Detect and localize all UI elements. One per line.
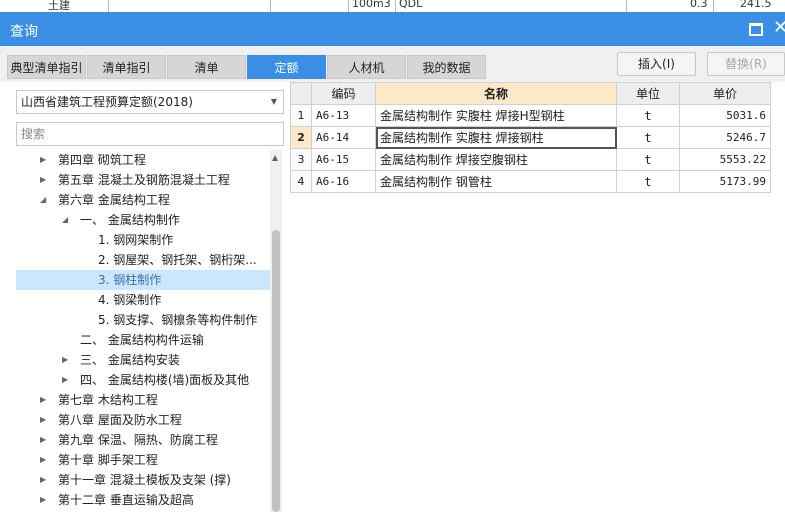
left-panel: 山西省建筑工程预算定额(2018) ▼ 搜索 ▶ 第四章 砌筑工程 ▶ 第五章 … (0, 82, 290, 512)
tab-my-data[interactable]: 我的数据 (407, 55, 486, 79)
bg-cell-type: QDL (399, 0, 423, 10)
scroll-up-icon[interactable]: ▲ (272, 153, 278, 162)
tree-item[interactable]: ▶ 四、 金属结构楼(墙)面板及其他 (16, 370, 270, 390)
collapse-arrow-icon[interactable]: ◢ (40, 190, 46, 210)
cell-code[interactable]: A6-13 (311, 104, 376, 127)
row-index: 2 (290, 126, 312, 149)
tree-item[interactable]: ▶ 第五章 混凝土及钢筋混凝土工程 (16, 170, 270, 190)
column-header-unit[interactable]: 单位 (616, 82, 680, 105)
dialog-titlebar: 查询 ✕ (0, 12, 785, 46)
row-index-header (290, 82, 312, 105)
maximize-icon[interactable] (749, 23, 763, 36)
quota-table: 编码 名称 单位 单价 1 A6-13 金属结构制作 实腹柱 焊接H型钢柱 t … (290, 82, 771, 193)
cell-name[interactable]: 金属结构制作 实腹柱 焊接钢柱 (375, 126, 617, 149)
table-row-selected[interactable]: 2 A6-14 金属结构制作 实腹柱 焊接钢柱 t 5246.7 (290, 126, 771, 149)
tree-item[interactable]: ▶ 第七章 木结构工程 (16, 390, 270, 410)
dialog-title: 查询 (10, 24, 38, 40)
column-header-price[interactable]: 单价 (679, 82, 771, 105)
tree-item[interactable]: ▶ 第十一章 混凝土模板及支架 (撑) (16, 470, 270, 490)
table-row[interactable]: 3 A6-15 金属结构制作 焊接空腹钢柱 t 5553.22 (290, 148, 771, 171)
search-input[interactable]: 搜索 (16, 122, 284, 146)
expand-arrow-icon[interactable]: ▶ (40, 430, 46, 450)
scrollbar-thumb[interactable] (272, 230, 280, 512)
row-index: 4 (290, 170, 312, 193)
column-header-code[interactable]: 编码 (311, 82, 376, 105)
tree-item[interactable]: ▶ 第十二章 垂直运输及超高 (16, 490, 270, 510)
table-row[interactable]: 1 A6-13 金属结构制作 实腹柱 焊接H型钢柱 t 5031.6 (290, 104, 771, 127)
tree-item[interactable]: 4. 钢梁制作 (16, 290, 270, 310)
expand-arrow-icon[interactable]: ▶ (40, 490, 46, 510)
expand-arrow-icon[interactable]: ▶ (40, 410, 46, 430)
tab-bill-guide[interactable]: 清单指引 (87, 55, 166, 79)
cell-name[interactable]: 金属结构制作 实腹柱 焊接H型钢柱 (375, 104, 617, 127)
expand-arrow-icon[interactable]: ▶ (62, 370, 68, 390)
expand-arrow-icon[interactable]: ▶ (62, 350, 68, 370)
expand-arrow-icon[interactable]: ▶ (40, 170, 46, 190)
insert-button[interactable]: 插入(I) (617, 52, 696, 76)
tree-item[interactable]: ▶ 三、 金属结构安装 (16, 350, 270, 370)
expand-arrow-icon[interactable]: ▶ (40, 470, 46, 490)
table-row[interactable]: 4 A6-16 金属结构制作 钢管柱 t 5173.99 (290, 170, 771, 193)
row-index: 3 (290, 148, 312, 171)
chevron-down-icon[interactable]: ▼ (271, 91, 277, 113)
tree-item[interactable]: ▶ 第四章 砌筑工程 (16, 150, 270, 170)
collapse-arrow-icon[interactable]: ◢ (62, 210, 68, 230)
close-icon[interactable]: ✕ (773, 18, 785, 38)
tab-labor-material-machine[interactable]: 人材机 (327, 55, 406, 79)
quota-library-value: 山西省建筑工程预算定额(2018) (21, 95, 193, 109)
cell-name[interactable]: 金属结构制作 钢管柱 (375, 170, 617, 193)
cell-unit[interactable]: t (616, 126, 680, 149)
tree-item[interactable]: ▶ 第八章 屋面及防水工程 (16, 410, 270, 430)
cell-unit[interactable]: t (616, 104, 680, 127)
cell-price[interactable]: 5173.99 (679, 170, 771, 193)
cell-code[interactable]: A6-16 (311, 170, 376, 193)
replace-button[interactable]: 替换(R) (707, 52, 785, 76)
cell-unit[interactable]: t (616, 148, 680, 171)
row-index: 1 (290, 104, 312, 127)
column-header-name[interactable]: 名称 (375, 82, 617, 105)
chapter-tree: ▶ 第四章 砌筑工程 ▶ 第五章 混凝土及钢筋混凝土工程 ◢ 第六章 金属结构工… (16, 150, 270, 512)
expand-arrow-icon[interactable]: ▶ (40, 450, 46, 470)
expand-arrow-icon[interactable]: ▶ (40, 150, 46, 170)
tree-item[interactable]: ▶ 第十章 脚手架工程 (16, 450, 270, 470)
cell-price[interactable]: 5553.22 (679, 148, 771, 171)
tree-item-selected[interactable]: 3. 钢柱制作 (16, 270, 270, 290)
bg-cell-unit: 100m3 (352, 0, 391, 10)
quota-table-panel: 编码 名称 单位 单价 1 A6-13 金属结构制作 实腹柱 焊接H型钢柱 t … (290, 82, 785, 512)
cell-price[interactable]: 5031.6 (679, 104, 771, 127)
tab-bill[interactable]: 清单 (167, 55, 246, 79)
tree-item[interactable]: 1. 钢网架制作 (16, 230, 270, 250)
tree-item[interactable]: ◢ 第六章 金属结构工程 (16, 190, 270, 210)
tree-item[interactable]: ◢ 一、 金属结构制作 (16, 210, 270, 230)
cell-unit[interactable]: t (616, 170, 680, 193)
tree-item[interactable]: 2. 钢屋架、钢托架、钢桁架... (16, 250, 270, 270)
dialog-body: 典型清单指引 清单指引 清单 定额 人材机 我的数据 插入(I) 替换(R) 山… (0, 46, 785, 512)
cell-price[interactable]: 5246.7 (679, 126, 771, 149)
bg-cell-amount: 241.5 (740, 0, 772, 10)
tree-item[interactable]: 5. 钢支撑、钢檩条等构件制作 (16, 310, 270, 330)
tree-item[interactable]: ▶ 第九章 保温、隔热、防腐工程 (16, 430, 270, 450)
tab-quota[interactable]: 定额 (247, 55, 326, 79)
cell-name[interactable]: 金属结构制作 焊接空腹钢柱 (375, 148, 617, 171)
tree-scrollbar[interactable]: ▲ (270, 150, 282, 512)
tab-typical-bill-guide[interactable]: 典型清单指引 (7, 55, 86, 79)
tree-item[interactable]: 二、 金属结构构件运输 (16, 330, 270, 350)
cell-code[interactable]: A6-15 (311, 148, 376, 171)
cell-code[interactable]: A6-14 (311, 126, 376, 149)
bg-cell-quantity: 0.3 (690, 0, 708, 10)
expand-arrow-icon[interactable]: ▶ (40, 390, 46, 410)
quota-library-select[interactable]: 山西省建筑工程预算定额(2018) ▼ (16, 90, 284, 114)
table-header-row: 编码 名称 单位 单价 (290, 82, 771, 105)
